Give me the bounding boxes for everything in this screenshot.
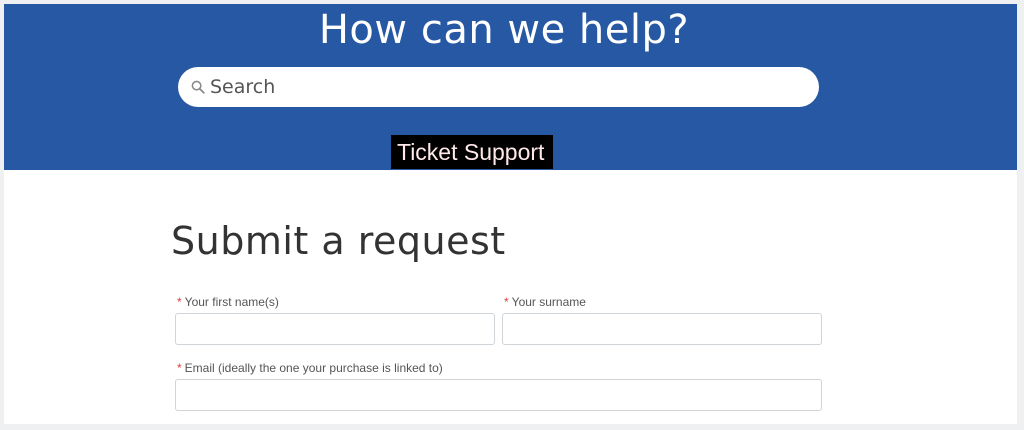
search-input[interactable] [210, 67, 800, 107]
email-field[interactable] [175, 379, 822, 411]
first-name-label-text: Your first name(s) [184, 295, 279, 309]
email-label: * Email (ideally the one your purchase is… [177, 361, 443, 375]
page-frame: How can we help? Ticket Support Submit a… [4, 4, 1017, 424]
hero-title: How can we help? [318, 7, 690, 53]
surname-field[interactable] [502, 313, 822, 345]
required-marker: * [177, 295, 182, 309]
search-icon [191, 79, 205, 94]
surname-label-text: Your surname [511, 295, 586, 309]
page-title: Submit a request [171, 219, 506, 263]
first-name-field[interactable] [175, 313, 495, 345]
surname-label: * Your surname [504, 295, 586, 309]
ticket-support-badge: Ticket Support [391, 135, 554, 169]
required-marker: * [177, 361, 182, 375]
email-label-text: Email (ideally the one your purchase is … [184, 361, 443, 375]
help-hero-banner: How can we help? Ticket Support [4, 4, 1017, 170]
first-name-label: * Your first name(s) [177, 295, 279, 309]
required-marker: * [504, 295, 509, 309]
search-bar[interactable] [178, 67, 819, 107]
